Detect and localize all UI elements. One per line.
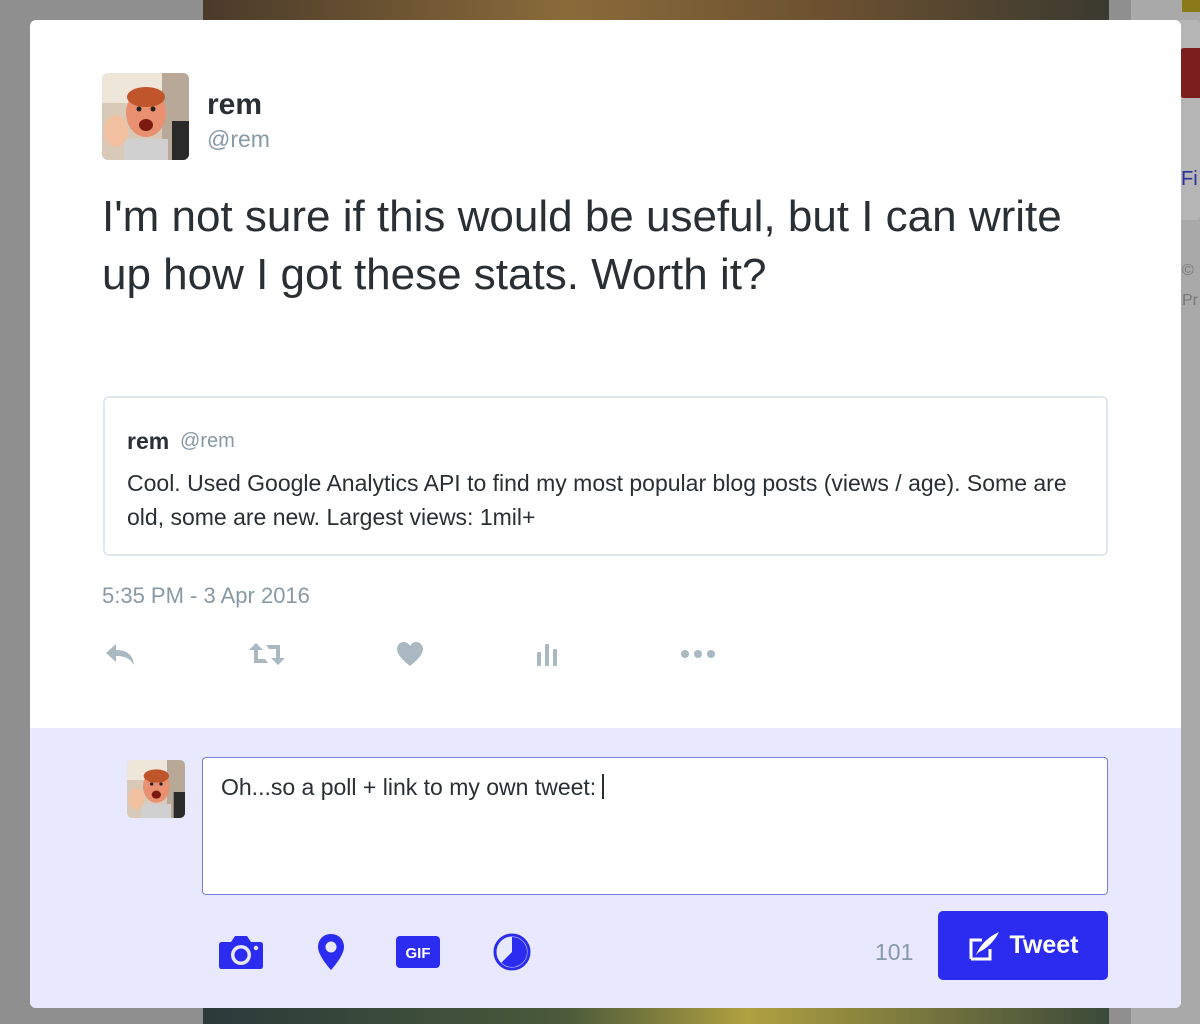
- more-button[interactable]: [678, 638, 718, 670]
- reply-icon: [106, 644, 134, 665]
- background-footer-text: © Pr: [1182, 256, 1198, 316]
- author-avatar[interactable]: [102, 73, 189, 160]
- svg-text:GIF: GIF: [406, 945, 431, 962]
- reply-input[interactable]: Oh...so a poll + link to my own tweet:: [202, 757, 1108, 895]
- compose-icon: [969, 931, 999, 960]
- background-footer-line: ©: [1182, 262, 1194, 279]
- character-counter: 101: [875, 939, 914, 965]
- user-avatar: [127, 760, 185, 818]
- quoted-author-name: rem: [127, 428, 170, 454]
- retweet-button[interactable]: [247, 638, 287, 670]
- analytics-button[interactable]: [527, 638, 567, 670]
- quoted-author-handle: @rem: [180, 430, 235, 452]
- tweet-modal: rem @rem I'm not sure if this would be u…: [30, 20, 1181, 1008]
- analytics-icon: [537, 644, 557, 666]
- background-photo: [203, 1008, 1109, 1024]
- tweet-timestamp[interactable]: 5:35 PM - 3 Apr 2016: [102, 583, 310, 609]
- add-location-button[interactable]: [307, 928, 355, 976]
- text-cursor: [602, 774, 605, 799]
- background-link-text: Fi: [1181, 168, 1198, 190]
- author-name[interactable]: rem: [207, 88, 262, 122]
- tweet-button-label: Tweet: [1009, 931, 1079, 959]
- reply-button[interactable]: [100, 638, 140, 670]
- background-yellow-element: [1182, 0, 1200, 12]
- like-button[interactable]: [390, 638, 430, 670]
- heart-icon: [397, 642, 423, 666]
- quoted-tweet-text: Cool. Used Google Analytics API to find …: [127, 470, 1067, 530]
- background-footer-line: Pr: [1182, 292, 1198, 309]
- quoted-tweet[interactable]: rem @rem Cool. Used Google Analytics API…: [103, 396, 1108, 556]
- author-handle[interactable]: @rem: [207, 126, 270, 153]
- add-poll-button[interactable]: [488, 928, 536, 976]
- poll-icon: [493, 933, 531, 971]
- more-icon: [681, 650, 715, 658]
- add-photo-button[interactable]: [217, 928, 265, 976]
- retweet-icon: [249, 643, 285, 665]
- background-red-element: [1180, 48, 1200, 98]
- gif-icon: GIF: [396, 936, 440, 968]
- tweet-button[interactable]: Tweet: [938, 911, 1108, 980]
- reply-composer: Oh...so a poll + link to my own tweet: G…: [30, 728, 1181, 1008]
- reply-input-text: Oh...so a poll + link to my own tweet:: [221, 774, 597, 800]
- camera-icon: [219, 936, 263, 969]
- background-photo: [203, 0, 1109, 20]
- add-gif-button[interactable]: GIF: [394, 928, 442, 976]
- location-pin-icon: [318, 934, 344, 970]
- tweet-text: I'm not sure if this would be useful, bu…: [102, 192, 1062, 299]
